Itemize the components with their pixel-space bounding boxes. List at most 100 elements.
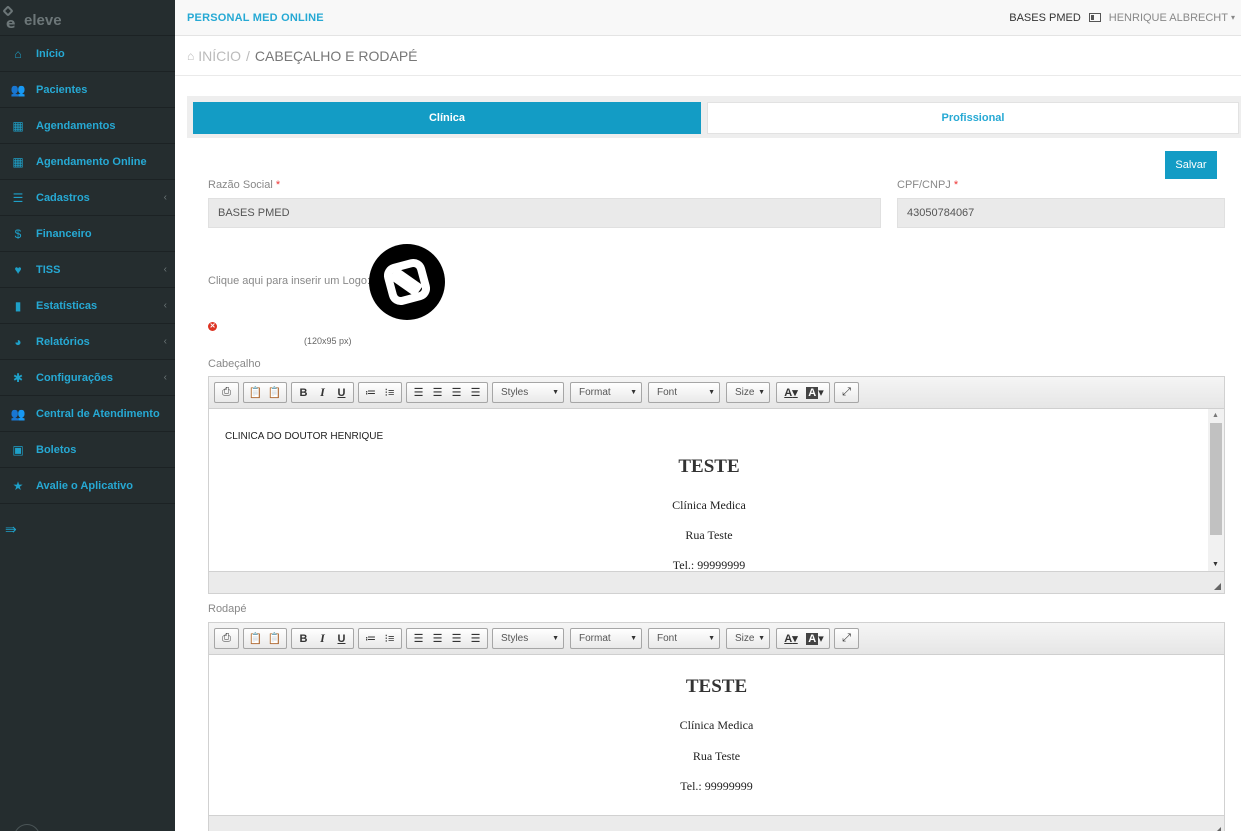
numbered-list-icon[interactable]: ≔: [361, 384, 380, 401]
maximize-icon[interactable]: ⤢: [837, 630, 856, 647]
bg-color-button[interactable]: A ▾: [803, 384, 827, 401]
app-logo[interactable]: e eleve: [0, 0, 175, 36]
header-line-3: Tel.: 99999999: [672, 558, 746, 571]
header-title: TESTE: [678, 456, 740, 477]
align-justify-icon[interactable]: ☰: [466, 384, 485, 401]
align-right-icon[interactable]: ☰: [447, 384, 466, 401]
align-center-icon[interactable]: ☰: [428, 630, 447, 647]
align-left-icon[interactable]: ☰: [409, 630, 428, 647]
scroll-up-icon[interactable]: ▲: [1212, 412, 1219, 419]
editor-scrollbar[interactable]: ▲ ▼: [1208, 409, 1224, 571]
sidebar-item-configura-es[interactable]: ✱ Configurações ‹: [0, 360, 175, 396]
maximize-group: ⤢: [834, 628, 859, 649]
breadcrumb: ⌂ INÍCIO / CABEÇALHO E RODAPÉ: [175, 36, 1241, 76]
sidebar: e eleve ⌂ Início 👥 Pacientes ▦ Agendamentos ▦ A…: [0, 0, 175, 831]
sidebar-item-relat-rios[interactable]: ◕ Relatórios ‹: [0, 324, 175, 360]
align-group: ☰ ☰ ☰ ☰: [406, 628, 488, 649]
paste-text-icon[interactable]: 📋: [265, 630, 284, 647]
align-right-icon[interactable]: ☰: [447, 630, 466, 647]
sidebar-item-tiss[interactable]: ♥ TISS ‹: [0, 252, 175, 288]
bold-button[interactable]: B: [294, 630, 313, 647]
dropdown-arrow-icon: ▼: [552, 635, 559, 642]
sidebar-item-in-cio[interactable]: ⌂ Início: [0, 36, 175, 72]
bar-chart-icon: ▮: [14, 298, 22, 313]
breadcrumb-home-link[interactable]: INÍCIO: [198, 48, 241, 64]
collapse-sidebar-icon[interactable]: ⇛: [0, 504, 175, 554]
remove-logo-icon[interactable]: ✕: [208, 322, 217, 331]
logo-upload-label[interactable]: Clique aqui para inserir um Logo:: [208, 275, 370, 287]
header-line-1: Clínica Medica: [672, 498, 746, 512]
dropdown-arrow-icon: ▼: [630, 389, 637, 396]
italic-button[interactable]: I: [313, 384, 332, 401]
bulleted-list-icon[interactable]: ⁝≡: [380, 630, 399, 647]
user-menu[interactable]: HENRIQUE ALBRECHT: [1109, 12, 1228, 24]
align-center-icon[interactable]: ☰: [428, 384, 447, 401]
paste-text-icon[interactable]: 📋: [265, 384, 284, 401]
align-left-icon[interactable]: ☰: [409, 384, 428, 401]
styles-dropdown[interactable]: Styles ▼: [492, 382, 564, 403]
chevron-down-icon[interactable]: ▾: [1231, 13, 1235, 22]
avatar[interactable]: [14, 824, 40, 831]
header-line-2: Rua Teste: [685, 528, 733, 542]
bg-color-button[interactable]: A ▾: [803, 630, 827, 647]
styles-dropdown[interactable]: Styles ▼: [492, 628, 564, 649]
sidebar-item-label: Agendamentos: [36, 119, 116, 132]
sidebar-item-label: Avalie o Aplicativo: [36, 479, 133, 492]
paste-icon[interactable]: 📋: [246, 630, 265, 647]
razao-social-field[interactable]: BASES PMED: [208, 198, 881, 228]
chevron-left-icon: ‹: [163, 192, 167, 203]
sidebar-item-boletos[interactable]: ▣ Boletos: [0, 432, 175, 468]
maximize-icon[interactable]: ⤢: [837, 384, 856, 401]
paste-icon[interactable]: 📋: [246, 384, 265, 401]
sidebar-item-cadastros[interactable]: ☰ Cadastros ‹: [0, 180, 175, 216]
format-dropdown-label: Format: [579, 633, 611, 644]
sidebar-item-pacientes[interactable]: 👥 Pacientes: [0, 72, 175, 108]
chevron-left-icon: ‹: [163, 372, 167, 383]
font-dropdown[interactable]: Font ▼: [648, 628, 720, 649]
save-button[interactable]: Salvar: [1165, 151, 1217, 179]
print-icon[interactable]: ⎙: [217, 384, 236, 401]
color-group: A ▾ A ▾: [776, 382, 830, 403]
sidebar-item-estat-sticas[interactable]: ▮ Estatísticas ‹: [0, 288, 175, 324]
dropdown-arrow-icon: ▼: [552, 389, 559, 396]
clinic-logo-image[interactable]: [369, 244, 445, 320]
resize-handle-icon[interactable]: [1214, 583, 1221, 590]
sidebar-item-agendamentos[interactable]: ▦ Agendamentos: [0, 108, 175, 144]
scroll-down-icon[interactable]: ▼: [1212, 561, 1219, 568]
pie-chart-icon: ◕: [14, 334, 22, 349]
underline-button[interactable]: U: [332, 630, 351, 647]
tab-clinica[interactable]: Clínica: [193, 102, 701, 134]
text-color-button[interactable]: A ▾: [779, 630, 803, 647]
chevron-left-icon: ‹: [163, 264, 167, 275]
underline-button[interactable]: U: [332, 384, 351, 401]
required-mark: *: [953, 179, 959, 191]
format-dropdown[interactable]: Format ▼: [570, 382, 642, 403]
sidebar-item-label: Relatórios: [36, 335, 90, 348]
cpf-cnpj-field[interactable]: 43050784067: [897, 198, 1225, 228]
tab-profissional[interactable]: Profissional: [707, 102, 1239, 134]
format-dropdown[interactable]: Format ▼: [570, 628, 642, 649]
calendar-icon: ▦: [12, 154, 24, 169]
font-dropdown[interactable]: Font ▼: [648, 382, 720, 403]
header-editor-body[interactable]: CLINICA DO DOUTOR HENRIQUE TESTE Clínica…: [209, 409, 1224, 571]
sidebar-item-financeiro[interactable]: $ Financeiro: [0, 216, 175, 252]
bulleted-list-icon[interactable]: ⁝≡: [380, 384, 399, 401]
dropdown-arrow-icon: ▼: [708, 389, 715, 396]
italic-button[interactable]: I: [313, 630, 332, 647]
logo-icon: e: [2, 4, 30, 32]
resize-handle-icon[interactable]: [1214, 827, 1221, 831]
font-dropdown-label: Font: [657, 633, 678, 644]
sidebar-item-agendamento-online[interactable]: ▦ Agendamento Online: [0, 144, 175, 180]
scroll-thumb[interactable]: [1210, 423, 1222, 535]
size-dropdown[interactable]: Size ▼: [726, 628, 770, 649]
align-justify-icon[interactable]: ☰: [466, 630, 485, 647]
numbered-list-icon[interactable]: ≔: [361, 630, 380, 647]
sidebar-item-avalie-o-aplicativo[interactable]: ★ Avalie o Aplicativo: [0, 468, 175, 504]
editor-toolbar: ⎙ 📋 📋 B I U ≔ ⁝≡ ☰ ☰ ☰ ☰ Styles ▼ Format ▼…: [209, 623, 1224, 655]
print-icon[interactable]: ⎙: [217, 630, 236, 647]
footer-editor-body[interactable]: TESTE Clínica Medica Rua Teste Tel.: 999…: [209, 655, 1224, 815]
size-dropdown[interactable]: Size ▼: [726, 382, 770, 403]
text-color-button[interactable]: A ▾: [779, 384, 803, 401]
sidebar-item-central-de-atendimento[interactable]: 👥 Central de Atendimento: [0, 396, 175, 432]
bold-button[interactable]: B: [294, 384, 313, 401]
